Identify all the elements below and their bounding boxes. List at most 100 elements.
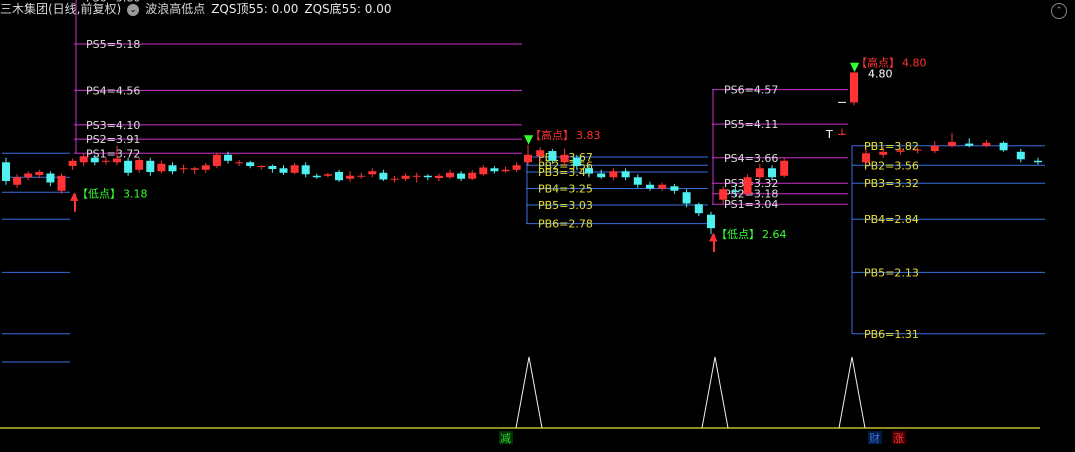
candle-body-68	[780, 160, 789, 176]
candle-body-74	[913, 149, 922, 151]
candle-body-14	[157, 163, 166, 172]
candle-body-48	[536, 150, 545, 157]
pb-label-0-2: PB3=3.47	[538, 166, 593, 179]
pb-label-1-3: PB4=2.84	[864, 213, 919, 226]
candle-body-29	[323, 174, 332, 176]
signal-peak-1	[701, 356, 729, 429]
candle-body-46	[512, 165, 521, 170]
ps-label-0-1: PS2=3.91	[86, 133, 140, 146]
t-marker: T	[825, 128, 833, 141]
candle-body-72	[879, 151, 888, 155]
candle-body-45	[501, 169, 510, 172]
candle-body-33	[368, 171, 377, 175]
candle-body-79	[999, 142, 1008, 151]
candle-body-56	[633, 177, 642, 185]
candle-body-58	[658, 184, 667, 189]
high-point-label-0: 【高点】	[530, 128, 574, 142]
candle-body-26	[290, 165, 299, 173]
signal-glyph-0: 减	[500, 432, 511, 445]
ps-label-1-4: PS5=4.11	[724, 118, 778, 131]
candle-body-24	[268, 166, 277, 170]
candle-body-19	[212, 154, 221, 167]
candle-body-51	[572, 157, 581, 167]
pb-label-1-0: PB1=3.82	[864, 140, 919, 153]
candle-body-78	[982, 142, 991, 146]
candle-body-40	[446, 172, 454, 178]
candle-body-65	[743, 177, 752, 194]
candle-body-18	[201, 165, 210, 170]
low-point-label-1: 【低点】	[716, 228, 760, 241]
candle-body-44	[490, 168, 499, 172]
candle-body-37	[412, 175, 421, 177]
candle-body-39	[434, 175, 443, 179]
candle-body-10	[113, 158, 121, 163]
candle-body-66	[755, 168, 764, 178]
candle-body-41	[457, 173, 466, 179]
candle-body-21	[235, 162, 244, 164]
candle-body-27	[301, 165, 310, 175]
price-chart[interactable]: PS1=3.72PS2=3.91PS3=4.10PS4=4.56PS5=5.18…	[0, 0, 1075, 452]
pb-label-1-4: PB5=2.13	[864, 266, 919, 279]
candle-body-69	[838, 133, 846, 135]
pb-label-0-4: PB5=3.03	[538, 199, 593, 212]
signal-peak-2	[838, 356, 866, 429]
pb-label-0-5: PB6=2.78	[538, 218, 593, 231]
candle-body-38	[423, 175, 432, 178]
candle-body-80	[1016, 151, 1025, 160]
signal-peak-0	[515, 356, 543, 429]
ps-label-0-3: PS4=4.56	[86, 84, 140, 97]
candle-body-7	[79, 156, 88, 163]
candle-body-1	[13, 177, 22, 185]
candle-body-12	[135, 160, 144, 170]
candle-body-34	[379, 172, 388, 180]
candle-body-9	[101, 160, 110, 162]
candle-body-17	[190, 168, 199, 170]
candle-body-35	[390, 178, 399, 180]
candle-body-73	[896, 150, 905, 152]
price-marker: 4.80	[868, 67, 893, 80]
candle-body-57	[646, 184, 654, 189]
pb-label-1-2: PB3=3.32	[864, 177, 919, 190]
low-point-value-0: 3.18	[123, 188, 148, 201]
candle-body-13	[146, 160, 155, 173]
candle-body-77	[965, 143, 974, 146]
candle-body-70	[850, 72, 858, 103]
low-point-value-1: 2.64	[762, 228, 787, 241]
candle-body-16	[179, 168, 188, 170]
candle-body-54	[609, 171, 618, 178]
candle-body-15	[168, 165, 177, 172]
candle-body-64	[731, 190, 740, 193]
candle-body-22	[246, 162, 255, 167]
candle-body-61	[694, 204, 703, 214]
candle-body-81	[1034, 160, 1042, 163]
candle-body-47	[524, 154, 532, 163]
candle-body-60	[682, 192, 691, 204]
candle-body-28	[312, 175, 321, 178]
candle-body-20	[224, 154, 232, 161]
candle-body-50	[560, 154, 569, 163]
candle-body-3	[35, 172, 44, 176]
candle-body-32	[357, 175, 366, 177]
candle-body-63	[719, 189, 728, 200]
candle-body-53	[597, 173, 606, 178]
ps-label-1-3: PS4=3.66	[724, 152, 778, 165]
candle-body-75	[930, 145, 939, 152]
ps-label-1-5: PS6=4.57	[724, 84, 778, 97]
candle-body-43	[479, 167, 488, 175]
candle-body-55	[621, 171, 630, 178]
candle-body-0	[2, 162, 10, 181]
high-point-value-1: 4.80	[902, 56, 927, 69]
candle-body-67	[768, 168, 776, 178]
candle-body-59	[670, 186, 679, 191]
signal-glyph-2: 涨	[893, 432, 904, 445]
candle-body-31	[346, 175, 355, 179]
candle-body-8	[90, 157, 99, 163]
ps-label-0-2: PS3=4.10	[86, 119, 140, 132]
candle-body-6	[68, 160, 77, 167]
candle-body-36	[401, 175, 410, 179]
candle-body-11	[124, 160, 133, 173]
candle-body-52	[585, 168, 593, 174]
pb-label-0-3: PB4=3.25	[538, 182, 593, 195]
candle-body-49	[548, 151, 557, 161]
candle-body-23	[257, 166, 266, 168]
